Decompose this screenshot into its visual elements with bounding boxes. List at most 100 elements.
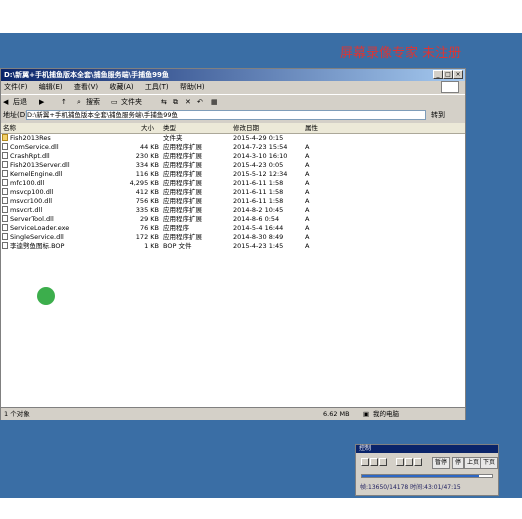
file-name: CrashRpt.dll (10, 152, 50, 160)
file-name: mfc100.dll (10, 179, 45, 187)
file-row[interactable]: Fish2013Res 文件夹 2015-4-29 0:15 (1, 134, 465, 143)
copy-to-icon[interactable]: ⧉ (173, 95, 178, 109)
column-date[interactable]: 修改日期 (233, 123, 259, 133)
file-date: 2014-8-6 0:54 (233, 215, 280, 223)
search-button[interactable]: 搜索 (86, 95, 100, 109)
back-button[interactable]: 后退 (13, 95, 27, 109)
file-icon (2, 206, 8, 213)
file-row[interactable]: SingleService.dll 172 KB 应用程序扩展 2014-8-30 8… (1, 233, 465, 242)
file-attr: A (305, 179, 310, 187)
file-size: 76 KB (139, 224, 159, 232)
file-date: 2011-6-11 1:58 (233, 197, 284, 205)
recording-cursor-highlight (37, 287, 55, 305)
file-size: 1 KB (144, 242, 159, 250)
menu-favorites[interactable]: 收藏(A) (109, 83, 133, 91)
file-name: msvcp100.dll (10, 188, 54, 196)
maximize-button[interactable]: □ (443, 70, 453, 79)
file-name: 李逵劈鱼图标.BOP (10, 242, 65, 250)
file-icon (2, 161, 8, 168)
file-date: 2015-5-12 12:34 (233, 170, 288, 178)
file-type: 应用程序扩展 (163, 233, 202, 241)
file-date: 2014-8-2 10:45 (233, 206, 284, 214)
playback-progress-fill (362, 475, 479, 477)
file-row[interactable]: ComService.dll 44 KB 应用程序扩展 2014-7-23 15:54… (1, 143, 465, 152)
back-arrow-icon[interactable]: ◀ (3, 95, 8, 109)
menu-file[interactable]: 文件(F) (4, 83, 28, 91)
file-type: 应用程序 (163, 224, 189, 232)
menu-bar: 文件(F) 编辑(E) 查看(V) 收藏(A) 工具(T) 帮助(H) (1, 81, 465, 93)
fast-forward-icon[interactable] (405, 458, 413, 466)
file-row[interactable]: 李逵劈鱼图标.BOP 1 KB BOP 文件 2015-4-23 1:45 A (1, 242, 465, 251)
file-icon (2, 179, 8, 186)
file-icon (2, 197, 8, 204)
playback-progress-bar[interactable] (361, 474, 493, 478)
file-size: 44 KB (139, 143, 159, 151)
column-attributes[interactable]: 属性 (305, 123, 318, 133)
file-row[interactable]: ServerTool.dll 29 KB 应用程序扩展 2014-8-6 0:54 A (1, 215, 465, 224)
file-date: 2011-6-11 1:58 (233, 188, 284, 196)
column-headers: 名称 大小 类型 修改日期 属性 (1, 123, 465, 134)
address-label: 地址(D) (3, 111, 28, 119)
status-objects: 1 个对象 (4, 410, 30, 418)
file-row[interactable]: msvcrt.dll 335 KB 应用程序扩展 2014-8-2 10:45 A (1, 206, 465, 215)
record-icon[interactable] (361, 458, 369, 466)
address-bar: 地址(D) D:\新翼+手机捕鱼版本全套\捕鱼服务端\手捕鱼99鱼 转到 (1, 109, 465, 122)
computer-icon: ▣ (363, 410, 370, 418)
menu-edit[interactable]: 编辑(E) (39, 83, 63, 91)
stop-button[interactable]: 停 (452, 457, 465, 469)
file-row[interactable]: mfc100.dll 4,295 KB 应用程序扩展 2011-6-11 1:58 A (1, 179, 465, 188)
file-attr: A (305, 152, 310, 160)
file-name: ServerTool.dll (10, 215, 54, 223)
close-button[interactable]: × (453, 70, 463, 79)
column-size[interactable]: 大小 (141, 123, 154, 133)
file-row[interactable]: msvcr100.dll 756 KB 应用程序扩展 2011-6-11 1:58 A (1, 197, 465, 206)
file-size: 116 KB (135, 170, 159, 178)
status-size: 6.62 MB (323, 410, 350, 418)
views-icon[interactable]: ▦ (211, 95, 218, 109)
file-row[interactable]: Fish2013Server.dll 334 KB 应用程序扩展 2015-4-23 … (1, 161, 465, 170)
file-date: 2014-8-30 8:49 (233, 233, 284, 241)
file-row[interactable]: ServiceLoader.exe 76 KB 应用程序 2014-5-4 16:44… (1, 224, 465, 233)
file-attr: A (305, 197, 310, 205)
file-date: 2014-7-23 15:54 (233, 143, 288, 151)
folders-button[interactable]: 文件夹 (121, 95, 142, 109)
undo-icon[interactable]: ↶ (197, 95, 203, 109)
up-folder-icon[interactable]: ↑ (61, 95, 67, 109)
file-date: 2014-3-10 16:10 (233, 152, 288, 160)
minimize-button[interactable]: _ (433, 70, 443, 79)
delete-icon[interactable]: ✕ (185, 95, 191, 109)
play-icon[interactable] (370, 458, 378, 466)
file-attr: A (305, 188, 310, 196)
recorder-watermark: 屏幕录像专家 未注册 (340, 46, 462, 61)
pause-button[interactable]: 暂停 (432, 457, 451, 469)
next-page-button[interactable]: 下页 (480, 457, 499, 469)
file-name: msvcrt.dll (10, 206, 43, 214)
file-attr: A (305, 242, 310, 250)
column-type[interactable]: 类型 (163, 123, 176, 133)
file-row[interactable]: msvcp100.dll 412 KB 应用程序扩展 2011-6-11 1:58 A (1, 188, 465, 197)
file-size: 230 KB (135, 152, 159, 160)
window-title: D:\新翼+手机捕鱼版本全套\捕鱼服务端\手捕鱼99鱼 (4, 71, 169, 79)
column-name[interactable]: 名称 (3, 123, 16, 133)
file-name: Fish2013Server.dll (10, 161, 70, 169)
file-row[interactable]: CrashRpt.dll 230 KB 应用程序扩展 2014-3-10 16:10 A (1, 152, 465, 161)
file-row[interactable]: KernelEngine.dll 116 KB 应用程序扩展 2015-5-12 12… (1, 170, 465, 179)
move-to-icon[interactable]: ⇆ (161, 95, 167, 109)
snapshot-icon[interactable] (414, 458, 422, 466)
menu-tools[interactable]: 工具(T) (145, 83, 169, 91)
file-type: BOP 文件 (163, 242, 192, 250)
stop-icon[interactable] (379, 458, 387, 466)
file-attr: A (305, 215, 310, 223)
window-titlebar[interactable]: D:\新翼+手机捕鱼版本全套\捕鱼服务端\手捕鱼99鱼 _ □ × (1, 69, 465, 81)
go-button[interactable]: 转到 (431, 109, 445, 122)
file-attr: A (305, 143, 310, 151)
forward-arrow-icon[interactable]: ▶ (39, 95, 44, 109)
rewind-icon[interactable] (396, 458, 404, 466)
search-icon: ⌕ (77, 98, 81, 106)
file-attr: A (305, 170, 310, 178)
address-input[interactable]: D:\新翼+手机捕鱼版本全套\捕鱼服务端\手捕鱼99鱼 (26, 110, 426, 120)
menu-help[interactable]: 帮助(H) (180, 83, 205, 91)
windows-logo-icon (441, 81, 459, 93)
menu-view[interactable]: 查看(V) (74, 83, 98, 91)
file-icon (2, 224, 8, 231)
